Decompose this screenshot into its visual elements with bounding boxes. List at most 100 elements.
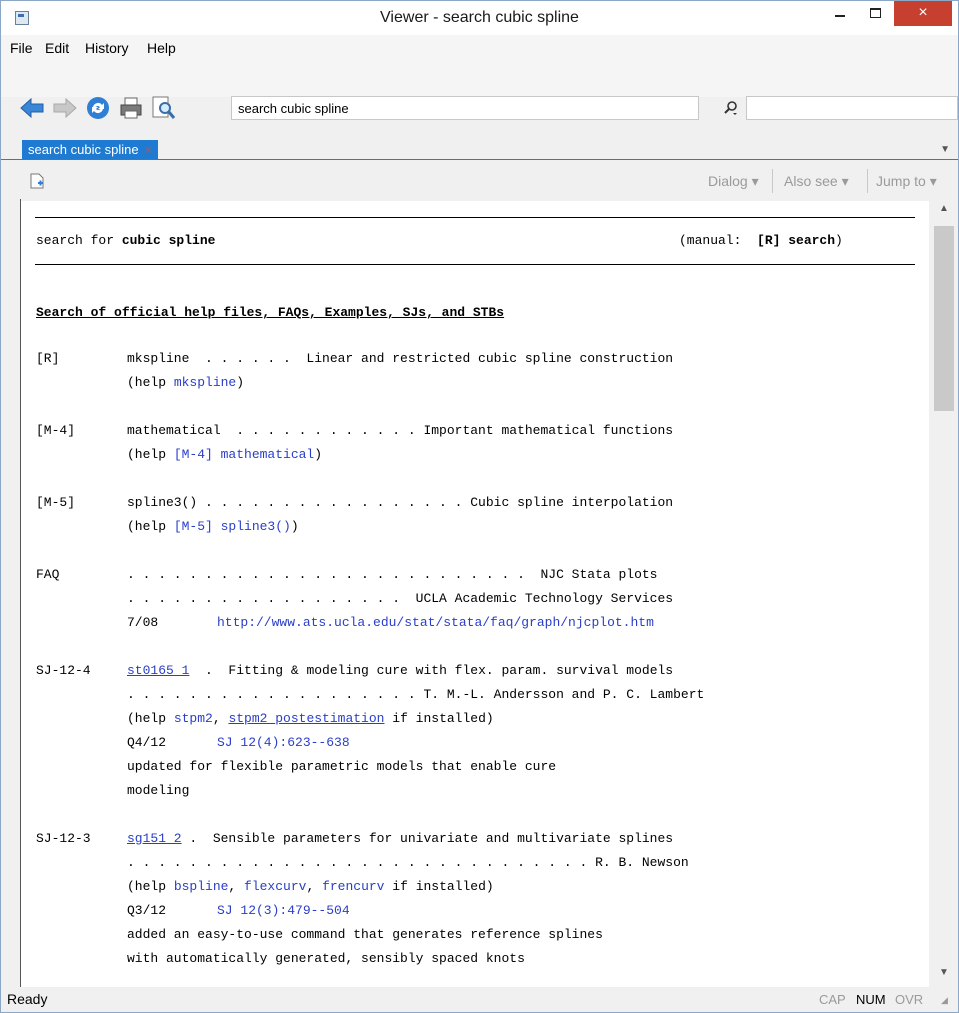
help-prefix: (help [127, 879, 174, 894]
help-prefix: (help [127, 375, 174, 390]
help-prefix: (help [127, 711, 174, 726]
vertical-scrollbar[interactable]: ▲ ▼ [930, 201, 958, 987]
help-link-mkspline[interactable]: mkspline [174, 375, 236, 390]
entry-description: with automatically generated, sensibly s… [127, 951, 525, 966]
entry-tag: [R] [36, 351, 60, 366]
faq-url-link[interactable]: http://www.ats.ucla.edu/stat/stata/faq/g… [217, 615, 654, 630]
help-suffix: ) [314, 447, 323, 462]
entry-help: (help [M-5] spline3()) [127, 519, 299, 534]
entry-title: sg151_2 . Sensible parameters for univar… [127, 831, 673, 846]
entry-date: 7/08 [127, 615, 159, 630]
help-separator: , [212, 711, 229, 726]
search-header-prefix: search for [36, 233, 122, 248]
help-separator: , [306, 879, 323, 894]
search-header: search for cubic spline [36, 233, 215, 248]
status-bar: Ready CAP NUM OVR ◢ [1, 987, 958, 1012]
entry-title: mathematical . . . . . . . . . . . . Imp… [127, 423, 674, 438]
also-see-dropdown[interactable]: Also see ▾ [784, 173, 849, 190]
help-suffix: if installed) [384, 879, 494, 894]
help-link-frencurv[interactable]: frencurv [322, 879, 384, 894]
menu-bar: File Edit History Help [1, 35, 958, 61]
tab-list-dropdown-icon[interactable]: ▼ [940, 144, 950, 155]
menu-history[interactable]: History [85, 40, 129, 56]
entry-title: spline3() . . . . . . . . . . . . . . . … [127, 495, 674, 510]
header-rule-bottom [35, 264, 915, 265]
help-link-stpm2[interactable]: stpm2 [174, 711, 213, 726]
find-icon[interactable] [722, 99, 740, 117]
jump-to-dropdown[interactable]: Jump to ▾ [876, 173, 937, 190]
entry-help: (help bspline, flexcurv, frencurv if ins… [127, 879, 494, 894]
help-link-spline3[interactable]: [M-5] spline3() [174, 519, 291, 534]
viewer-window: Viewer - search cubic spline × File Edit… [0, 0, 959, 1013]
menu-edit[interactable]: Edit [45, 40, 69, 56]
entry-title: . . . . . . . . . . . . . . . . . . . . … [127, 567, 658, 582]
num-indicator: NUM [856, 992, 886, 1007]
toolbar [1, 61, 958, 119]
title-bar: Viewer - search cubic spline × [1, 1, 958, 35]
toolbar-divider [867, 169, 868, 193]
tab-close-icon[interactable]: × [145, 142, 153, 157]
entry-author: . . . . . . . . . . . . . . . . . . UCLA… [127, 591, 674, 606]
scroll-up-icon[interactable]: ▲ [930, 203, 958, 221]
help-prefix: (help [127, 519, 174, 534]
status-text: Ready [7, 991, 48, 1007]
help-suffix: ) [290, 519, 299, 534]
link-sg151-2[interactable]: sg151_2 [127, 831, 182, 846]
menu-file[interactable]: File [10, 40, 33, 56]
search-term: cubic spline [121, 233, 216, 248]
close-button[interactable]: × [894, 1, 952, 26]
entry-description: modeling [127, 783, 190, 798]
ovr-indicator: OVR [895, 992, 924, 1007]
section-title: Search of official help files, FAQs, Exa… [36, 305, 505, 320]
resize-grip-icon[interactable]: ◢ [941, 995, 948, 1006]
entry-tag: SJ-12-4 [36, 663, 91, 678]
window-title: Viewer - search cubic spline [380, 9, 579, 26]
help-link-bspline[interactable]: bspline [174, 879, 229, 894]
entry-title: st0165_1 . Fitting & modeling cure with … [127, 663, 673, 678]
tab-search-cubic-spline[interactable]: search cubic spline × [22, 140, 159, 159]
forward-arrow-icon[interactable] [52, 95, 78, 121]
entry-tag: [M-5] [36, 495, 76, 510]
help-suffix: ) [236, 375, 245, 390]
refresh-icon[interactable] [85, 95, 111, 121]
entry-description: updated for flexible parametric models t… [127, 759, 557, 774]
help-link-flexcurv[interactable]: flexcurv [244, 879, 306, 894]
entry-author: . . . . . . . . . . . . . . . . . . . . … [127, 855, 689, 870]
back-arrow-icon[interactable] [19, 95, 45, 121]
scroll-down-icon[interactable]: ▼ [930, 967, 958, 985]
entry-help: (help stpm2, stpm2_postestimation if ins… [127, 711, 494, 726]
link-st0165-1[interactable]: st0165_1 [127, 663, 189, 678]
entry-tag: FAQ [36, 567, 60, 582]
search-input[interactable]: search cubic spline [231, 96, 699, 120]
minimize-button[interactable] [823, 1, 857, 25]
find-input[interactable] [746, 96, 958, 120]
entry-tag: SJ-12-3 [36, 831, 91, 846]
maximize-button[interactable] [858, 1, 892, 25]
print-icon[interactable] [118, 95, 144, 121]
entry-author: . . . . . . . . . . . . . . . . . . . T.… [127, 687, 705, 702]
new-viewer-icon[interactable] [30, 173, 44, 189]
help-separator: , [228, 879, 245, 894]
manual-reference: (manual: [R] search) [679, 233, 843, 248]
help-content: search for cubic spline (manual: [R] sea… [21, 201, 929, 987]
entry-title-text: . Sensible parameters for univariate and… [181, 831, 674, 846]
header-rule-top [35, 217, 915, 218]
help-link-stpm2-postestimation[interactable]: stpm2_postestimation [228, 711, 384, 726]
sj-ref-link[interactable]: SJ 12(4):623--638 [217, 735, 350, 750]
scroll-thumb[interactable] [934, 226, 954, 411]
entry-tag: [M-4] [36, 423, 76, 438]
cap-indicator: CAP [819, 992, 846, 1007]
search-doc-icon[interactable] [150, 95, 176, 121]
help-link-mathematical[interactable]: [M-4] mathematical [174, 447, 314, 462]
entry-title-text: . Fitting & modeling cure with flex. par… [189, 663, 674, 678]
tab-label: search cubic spline [28, 142, 139, 157]
entry-title: mkspline . . . . . . Linear and restrict… [127, 351, 674, 366]
help-suffix: if installed) [384, 711, 494, 726]
menu-help[interactable]: Help [147, 40, 176, 56]
entry-help: (help mkspline) [127, 375, 244, 390]
sj-ref-link[interactable]: SJ 12(3):479--504 [217, 903, 350, 918]
dialog-dropdown[interactable]: Dialog ▾ [708, 173, 759, 190]
entry-date: Q4/12 [127, 735, 167, 750]
toolbar-divider [772, 169, 773, 193]
entry-description: added an easy-to-use command that genera… [127, 927, 603, 942]
